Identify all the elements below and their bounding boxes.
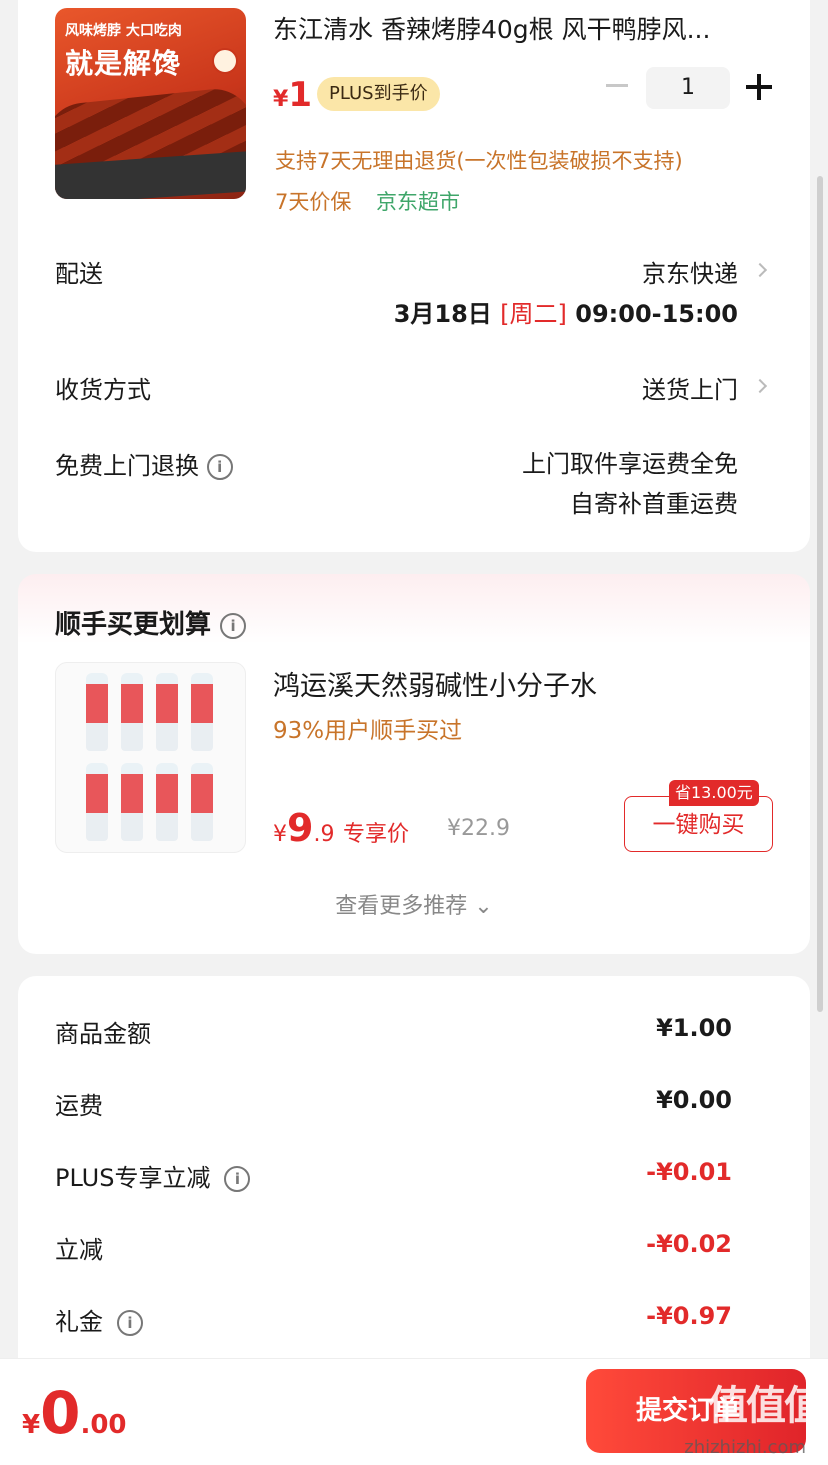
- info-icon[interactable]: i: [220, 612, 247, 639]
- delivery-time: 09:00-15:00: [575, 300, 738, 328]
- quantity-plus-icon[interactable]: [746, 74, 772, 100]
- image-seal-icon: [212, 48, 238, 74]
- delivery-carrier[interactable]: 京东快递: [642, 254, 738, 289]
- exclusive-price-label: 专享价: [343, 822, 410, 847]
- bottle-graphic: [191, 673, 213, 751]
- currency-symbol: ¥: [22, 1410, 41, 1440]
- bottle-graphic: [121, 673, 143, 751]
- receive-method-label: 收货方式: [55, 376, 151, 404]
- price-integer: 9: [287, 806, 314, 850]
- delivery-weekday: [周二]: [500, 300, 567, 328]
- summary-value: -¥0.97: [646, 1302, 732, 1330]
- total-integer: 0: [40, 1379, 81, 1447]
- scrollbar[interactable]: [817, 176, 823, 1012]
- bottle-graphic: [156, 673, 178, 751]
- original-price: ¥22.9: [447, 816, 510, 841]
- recommend-price: ¥9.9: [273, 806, 334, 850]
- savings-badge: 省13.00元: [669, 780, 759, 806]
- receive-method-value[interactable]: 送货上门: [642, 370, 738, 405]
- recommend-users-text: 93%用户顺手买过: [273, 718, 463, 744]
- currency-symbol: ¥: [273, 87, 289, 112]
- price-decimal: .9: [313, 822, 335, 847]
- image-headline: 就是解馋: [65, 47, 182, 80]
- return-policy-text: 支持7天无理由退货(一次性包装破损不支持): [275, 149, 683, 173]
- currency-symbol: ¥: [273, 822, 287, 847]
- info-icon[interactable]: i: [224, 1166, 251, 1192]
- free-return-label: 免费上门退换 i: [55, 446, 233, 481]
- recommend-card: 顺手买更划算 i 鸿运溪天然弱碱性小分子水 93%用户顺手买过 ¥9.9 专享价…: [18, 574, 810, 954]
- checkout-bar: ¥0.00 提交订单 值值值 zhizhizhi.com: [0, 1358, 828, 1465]
- price-value: 1: [288, 75, 312, 115]
- delivery-day: 3月18日: [393, 300, 492, 328]
- summary-value: -¥0.01: [646, 1158, 732, 1186]
- free-return-line2: 自寄补首重运费: [570, 490, 738, 518]
- summary-label-text: PLUS专享立减: [55, 1164, 211, 1192]
- summary-label-text: 礼金: [55, 1308, 103, 1336]
- image-tagline: 风味烤脖 大口吃肉: [65, 23, 182, 39]
- free-return-text: 免费上门退换: [55, 452, 199, 480]
- bottle-graphic: [121, 763, 143, 841]
- summary-label-text: 立减: [55, 1236, 103, 1264]
- plus-price-badge: PLUS到手价: [317, 77, 440, 111]
- watermark-url: zhizhizhi.com: [684, 1437, 806, 1458]
- info-icon[interactable]: i: [117, 1310, 143, 1336]
- recommend-product-image[interactable]: [55, 662, 246, 853]
- summary-label: 礼金 i: [55, 1302, 143, 1337]
- info-icon[interactable]: i: [206, 454, 233, 480]
- chevron-right-icon[interactable]: [752, 378, 768, 394]
- order-total: ¥0.00: [22, 1379, 127, 1447]
- recommend-title: 顺手买更划算 i: [55, 604, 247, 641]
- recommend-title-text: 顺手买更划算: [55, 610, 212, 640]
- delivery-date[interactable]: 3月18日 [周二] 09:00-15:00: [394, 294, 738, 329]
- summary-label: PLUS专享立减 i: [55, 1158, 251, 1193]
- summary-label: 商品金额: [55, 1014, 151, 1049]
- bottle-graphic: [86, 763, 108, 841]
- summary-value: ¥0.00: [656, 1086, 732, 1114]
- chevron-right-icon[interactable]: [752, 262, 768, 278]
- summary-label: 运费: [55, 1086, 103, 1121]
- summary-value: ¥1.00: [656, 1014, 732, 1042]
- price-protect-text: 7天价保: [275, 190, 352, 214]
- summary-label-text: 运费: [55, 1092, 103, 1120]
- summary-value: -¥0.02: [646, 1230, 732, 1258]
- bottle-graphic: [191, 763, 213, 841]
- summary-label: 立减: [55, 1230, 103, 1265]
- recommend-product-name[interactable]: 鸿运溪天然弱碱性小分子水: [273, 664, 753, 703]
- free-return-line1: 上门取件享运费全免: [522, 450, 738, 478]
- product-price: ¥1: [273, 75, 312, 115]
- summary-label-text: 商品金额: [55, 1020, 151, 1048]
- bottle-graphic: [86, 673, 108, 751]
- product-title[interactable]: 东江清水 香辣烤脖40g根 风干鸭脖风...: [273, 10, 773, 46]
- bottle-graphic: [156, 763, 178, 841]
- delivery-label: 配送: [55, 260, 103, 288]
- quantity-input[interactable]: 1: [646, 67, 730, 109]
- total-decimal: .00: [80, 1410, 127, 1440]
- product-card: 风味烤脖 大口吃肉 就是解馋 东江清水 香辣烤脖40g根 风干鸭脖风... ¥1…: [18, 0, 810, 552]
- quantity-minus-icon[interactable]: [606, 84, 628, 87]
- watermark-logo: 值值值: [708, 1383, 824, 1429]
- more-recommendations-link[interactable]: 查看更多推荐 ⌄: [18, 888, 810, 920]
- seller-label: 京东超市: [376, 190, 460, 214]
- product-image[interactable]: 风味烤脖 大口吃肉 就是解馋: [55, 8, 246, 199]
